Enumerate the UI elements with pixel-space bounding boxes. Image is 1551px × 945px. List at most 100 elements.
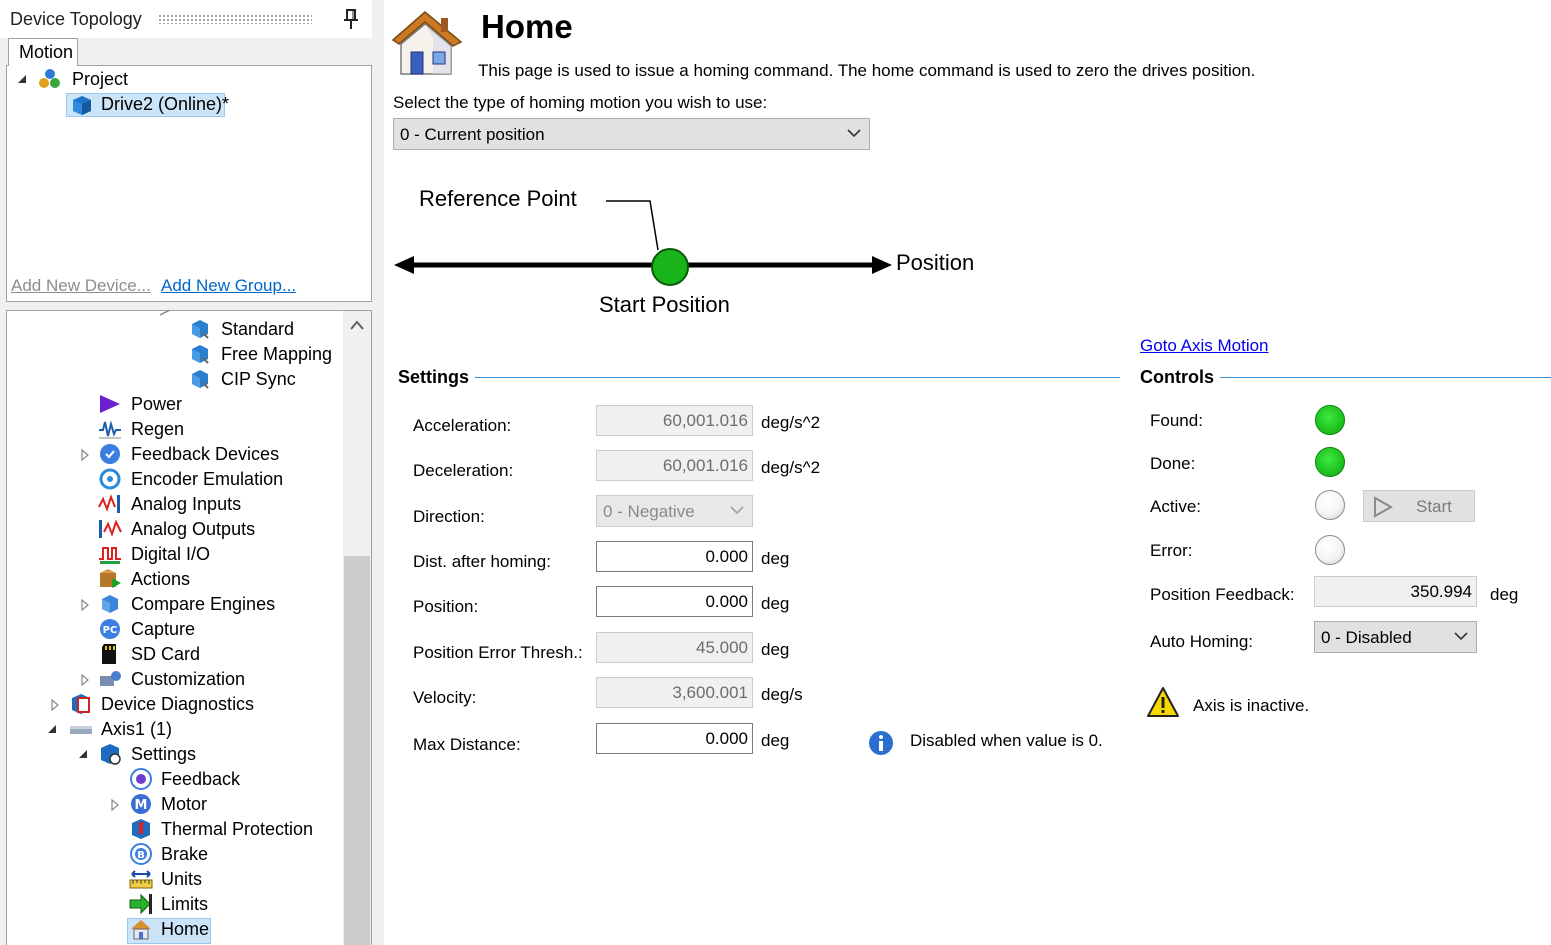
position-error-thresh-field: 45.000 (596, 632, 753, 663)
sd-card-icon (102, 644, 116, 664)
done-indicator (1315, 447, 1345, 477)
limits-icon (129, 893, 152, 915)
settings-icon (101, 744, 121, 765)
tree-connector-icon (160, 310, 171, 316)
pin-icon[interactable] (343, 8, 359, 30)
start-position-dot (651, 248, 689, 286)
analog-outputs-icon (99, 519, 122, 538)
warning-icon (1147, 687, 1179, 717)
start-position-label: Start Position (599, 292, 730, 317)
position-input[interactable]: 0.000 (596, 586, 753, 617)
page-description: This page is used to issue a homing comm… (478, 61, 1256, 80)
expand-arrow-icon[interactable] (110, 799, 120, 811)
power-icon (100, 395, 120, 413)
deceleration-unit: deg/s^2 (761, 458, 821, 477)
digital-io-icon (99, 547, 121, 564)
home-icon (131, 920, 151, 940)
expand-arrow-icon[interactable] (80, 674, 90, 686)
scroll-thumb[interactable] (344, 556, 370, 945)
deceleration-field: 60,001.016 (596, 450, 753, 481)
reference-leader-line (606, 200, 659, 251)
house-icon (391, 11, 463, 75)
reference-point-label: Reference Point (419, 186, 577, 211)
tree-scrollbar[interactable] (343, 311, 371, 945)
error-indicator (1315, 535, 1345, 565)
feedback-icon (130, 768, 152, 790)
position-error-thresh-unit: deg (761, 640, 790, 659)
auto-homing-select[interactable]: 0 - Disabled (1314, 621, 1477, 653)
max-distance-input[interactable]: 0.000 (596, 723, 753, 754)
velocity-unit: deg/s (761, 685, 803, 704)
axis-left-arrowhead (394, 256, 414, 274)
motor-icon: M (131, 794, 151, 814)
cube-icon (192, 320, 209, 339)
scroll-up-icon[interactable] (349, 319, 365, 331)
info-icon (869, 731, 893, 755)
collapse-arrow-icon[interactable] (78, 749, 88, 761)
panel-header: Device Topology (0, 0, 372, 38)
position-unit: deg (761, 594, 790, 613)
expand-arrow-icon[interactable] (17, 74, 27, 86)
position-label-field: Position: (413, 597, 479, 616)
dist-after-homing-input[interactable]: 0.000 (596, 541, 753, 572)
add-new-device-link[interactable]: Add New Device... (11, 276, 151, 296)
settings-title: Settings (398, 367, 476, 388)
device-diagnostics-icon (72, 694, 90, 714)
home-page: Home This page is used to issue a homing… (384, 0, 1551, 945)
chevron-down-icon (1454, 632, 1468, 641)
thermal-protection-icon (132, 819, 150, 839)
svg-text:PC: PC (103, 625, 118, 636)
position-feedback-field: 350.994 (1314, 576, 1477, 607)
compare-engines-icon (102, 595, 118, 613)
panel-grip[interactable] (158, 14, 312, 24)
actions-icon (100, 569, 121, 588)
collapse-arrow-icon[interactable] (47, 724, 57, 736)
axis-icon (70, 726, 92, 734)
found-indicator (1315, 405, 1345, 435)
position-label: Position (896, 250, 975, 275)
chevron-down-icon (730, 506, 744, 515)
chevron-down-icon (847, 129, 861, 138)
acceleration-field: 60,001.016 (596, 405, 753, 436)
encoder-emulation-icon (99, 468, 121, 490)
active-indicator (1315, 490, 1345, 520)
max-distance-label: Max Distance: (413, 735, 521, 754)
auto-homing-label: Auto Homing: (1150, 632, 1253, 651)
goto-axis-motion-link[interactable]: Goto Axis Motion (1140, 336, 1269, 356)
expand-arrow-icon[interactable] (80, 599, 90, 611)
analog-inputs-icon (98, 494, 120, 513)
expand-arrow-icon[interactable] (80, 449, 90, 461)
direction-select: 0 - Negative (596, 495, 753, 527)
settings-divider (398, 377, 1120, 378)
customization-icon (100, 671, 121, 686)
position-error-thresh-label: Position Error Thresh.: (413, 643, 583, 662)
acceleration-unit: deg/s^2 (761, 413, 821, 432)
tab-motion[interactable]: Motion (8, 38, 78, 66)
start-button[interactable]: Start (1363, 490, 1475, 522)
cube-icon (192, 345, 209, 364)
homing-type-select[interactable]: 0 - Current position (393, 118, 870, 150)
velocity-label: Velocity: (413, 688, 477, 707)
project-icon (39, 69, 60, 88)
dist-after-homing-unit: deg (761, 549, 790, 568)
regen-icon (99, 420, 121, 439)
cube-icon (192, 370, 209, 389)
axis-status-message: Axis is inactive. (1193, 696, 1310, 715)
units-icon (129, 870, 153, 889)
position-feedback-unit: deg (1490, 585, 1519, 604)
error-label: Error: (1150, 541, 1193, 560)
dist-after-homing-label: Dist. after homing: (413, 552, 551, 571)
page-title: Home (481, 8, 573, 45)
capture-icon: PC (100, 619, 120, 639)
controls-title: Controls (1140, 367, 1220, 388)
play-icon (1374, 496, 1394, 518)
velocity-field: 3,600.001 (596, 677, 753, 708)
active-label: Active: (1150, 497, 1202, 516)
device-topology-panel: Device Topology Motion Project Drive2 (O… (0, 0, 384, 945)
max-distance-unit: deg (761, 731, 790, 750)
tab-motion-label: Motion (19, 42, 74, 62)
drive-icon (73, 96, 91, 115)
add-new-group-link[interactable]: Add New Group... (161, 276, 296, 296)
direction-label: Direction: (413, 507, 485, 526)
expand-arrow-icon[interactable] (50, 699, 60, 711)
